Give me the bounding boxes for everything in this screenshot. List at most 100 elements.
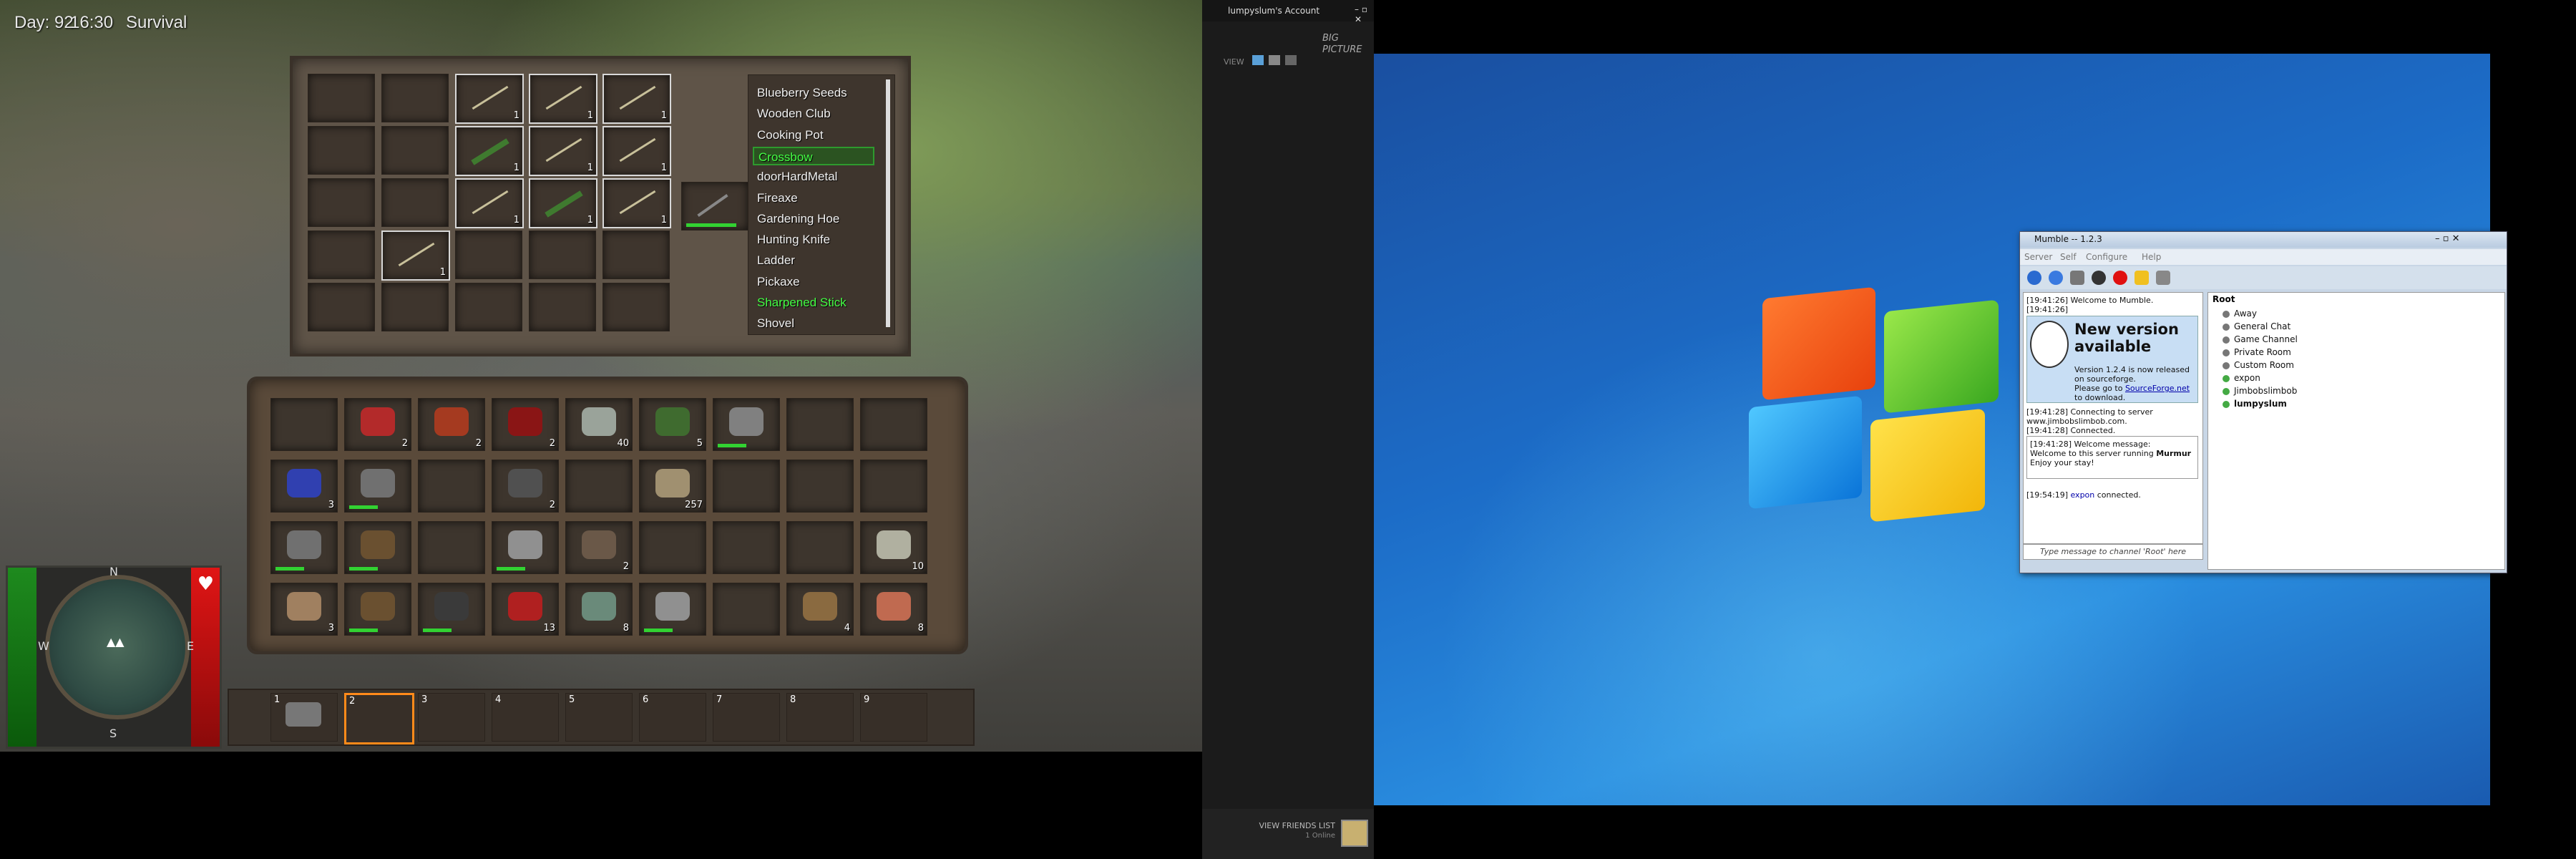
belt-slot[interactable]: 7: [713, 693, 780, 742]
craft-slot[interactable]: 1: [455, 178, 524, 228]
inventory-slot[interactable]: [639, 521, 706, 574]
recipe-scrollbar[interactable]: [886, 79, 890, 327]
inventory-slot[interactable]: [344, 583, 411, 636]
inventory-slot[interactable]: 257: [639, 460, 706, 513]
recipe-item[interactable]: Gardening Hoe: [753, 210, 874, 228]
craft-slot[interactable]: [529, 230, 596, 279]
user-item[interactable]: Jimbobslimbob: [2223, 384, 2297, 397]
inventory-slot[interactable]: [713, 398, 780, 451]
craft-slot[interactable]: [455, 283, 522, 331]
craft-slot[interactable]: [529, 283, 596, 331]
inventory-slot[interactable]: 3: [270, 460, 338, 513]
belt-slot[interactable]: 6: [639, 693, 706, 742]
list-view-icon[interactable]: [1285, 55, 1297, 65]
craft-slot[interactable]: 1: [529, 74, 597, 124]
inventory-slot[interactable]: 3: [270, 583, 338, 636]
inventory-slot[interactable]: 2: [492, 398, 559, 451]
inventory-slot[interactable]: [270, 398, 338, 451]
belt-slot[interactable]: 9: [860, 693, 927, 742]
channel-item[interactable]: Away: [2223, 307, 2257, 320]
belt-slot[interactable]: 1: [270, 693, 338, 742]
inventory-slot[interactable]: [565, 460, 633, 513]
recipe-item[interactable]: Hunting Knife: [753, 230, 874, 249]
tree-root[interactable]: Root: [2212, 294, 2235, 304]
inventory-slot[interactable]: [860, 398, 927, 451]
mute-icon[interactable]: [2070, 271, 2084, 285]
inventory-slot[interactable]: 2: [344, 398, 411, 451]
inventory-slot[interactable]: [270, 521, 338, 574]
connect-icon[interactable]: [2027, 271, 2041, 285]
comment-icon[interactable]: [2135, 271, 2149, 285]
inventory-slot[interactable]: 8: [860, 583, 927, 636]
inventory-slot[interactable]: [492, 521, 559, 574]
inventory-slot[interactable]: 2: [492, 460, 559, 513]
menu-configure[interactable]: Configure: [2086, 252, 2127, 262]
craft-slot[interactable]: [381, 178, 449, 227]
craft-result-slot[interactable]: [681, 182, 748, 230]
craft-slot[interactable]: 1: [529, 126, 597, 176]
mumble-window-controls[interactable]: – ▫ ✕: [2435, 233, 2459, 244]
menu-help[interactable]: Help: [2142, 252, 2161, 262]
channel-item[interactable]: General Chat: [2223, 320, 2290, 333]
user-item[interactable]: expon: [2223, 372, 2260, 384]
inventory-slot[interactable]: 10: [860, 521, 927, 574]
recipe-item[interactable]: Cooking Pot: [753, 126, 874, 145]
inventory-slot[interactable]: [786, 460, 854, 513]
chat-input[interactable]: Type message to channel 'Root' here: [2023, 544, 2203, 560]
inventory-slot[interactable]: [344, 460, 411, 513]
inventory-slot[interactable]: [418, 460, 485, 513]
inventory-slot[interactable]: 4: [786, 583, 854, 636]
inventory-slot[interactable]: 40: [565, 398, 633, 451]
craft-slot[interactable]: 1: [529, 178, 597, 228]
craft-slot[interactable]: 1: [602, 74, 671, 124]
belt-slot[interactable]: 2: [344, 693, 414, 744]
craft-slot[interactable]: [308, 126, 375, 175]
craft-slot[interactable]: 1: [455, 74, 524, 124]
inventory-slot[interactable]: [344, 521, 411, 574]
inventory-slot[interactable]: [713, 583, 780, 636]
user-item[interactable]: lumpyslum: [2223, 397, 2287, 410]
inventory-slot[interactable]: 5: [639, 398, 706, 451]
inventory-slot[interactable]: 2: [418, 398, 485, 451]
craft-slot[interactable]: [308, 283, 375, 331]
recipe-item[interactable]: Wooden Club: [753, 105, 874, 123]
craft-slot[interactable]: [308, 178, 375, 227]
recipe-item[interactable]: Sharpened Stick: [753, 293, 874, 312]
inventory-slot[interactable]: [639, 583, 706, 636]
menu-server[interactable]: Server: [2024, 252, 2052, 262]
inventory-slot[interactable]: [786, 521, 854, 574]
inventory-slot[interactable]: [786, 398, 854, 451]
info-icon[interactable]: [2049, 271, 2063, 285]
log-user-link[interactable]: expon: [2070, 490, 2094, 500]
recipe-item[interactable]: Crossbow: [753, 146, 874, 165]
recipe-item[interactable]: Ladder: [753, 251, 874, 270]
grid-view-icon[interactable]: [1252, 55, 1264, 65]
avatar[interactable]: [1341, 820, 1368, 847]
craft-slot[interactable]: 1: [602, 126, 671, 176]
craft-slot[interactable]: [381, 283, 449, 331]
inventory-slot[interactable]: 13: [492, 583, 559, 636]
inventory-slot[interactable]: 8: [565, 583, 633, 636]
recipe-item[interactable]: Pickaxe: [753, 273, 874, 291]
craft-slot[interactable]: [308, 74, 375, 122]
inventory-slot[interactable]: 2: [565, 521, 633, 574]
recipe-item[interactable]: Blueberry Seeds: [753, 84, 874, 102]
belt-slot[interactable]: 8: [786, 693, 854, 742]
inventory-slot[interactable]: [713, 521, 780, 574]
craft-slot[interactable]: [602, 283, 670, 331]
craft-slot[interactable]: [381, 126, 449, 175]
craft-slot[interactable]: [381, 74, 449, 122]
inventory-slot[interactable]: [418, 583, 485, 636]
belt-slot[interactable]: 4: [492, 693, 559, 742]
recipe-item[interactable]: Shovel: [753, 314, 874, 333]
craft-slot[interactable]: 1: [602, 178, 671, 228]
sourceforge-link[interactable]: SourceForge.net: [2125, 384, 2190, 393]
detail-view-icon[interactable]: [1269, 55, 1280, 65]
record-icon[interactable]: [2113, 271, 2127, 285]
steam-account-label[interactable]: lumpyslum's Account: [1228, 6, 1319, 16]
settings-icon[interactable]: [2156, 271, 2170, 285]
recipe-item[interactable]: Fireaxe: [753, 189, 874, 208]
channel-item[interactable]: Custom Room: [2223, 359, 2294, 372]
menu-self[interactable]: Self: [2060, 252, 2077, 262]
inventory-slot[interactable]: [860, 460, 927, 513]
